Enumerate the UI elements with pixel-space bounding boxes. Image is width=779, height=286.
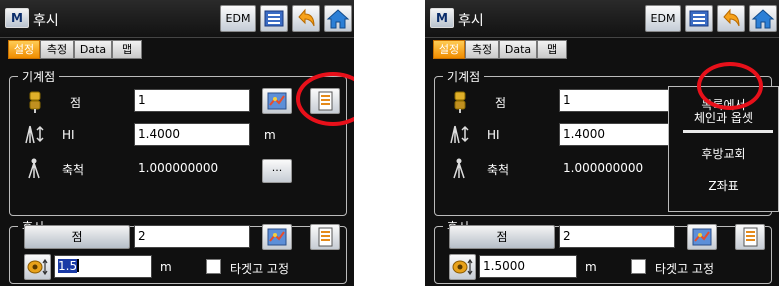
app-logo: M: [5, 8, 29, 28]
map-pick-button[interactable]: [262, 88, 292, 114]
tripod-icon: [28, 158, 40, 179]
hi-unit: m: [264, 128, 276, 142]
tab-map[interactable]: 맵: [537, 40, 567, 59]
fixed-target-checkbox[interactable]: [206, 259, 221, 274]
back-arrow-icon: [723, 8, 740, 27]
map-icon: [267, 92, 287, 110]
target-height-value: 1.5: [58, 259, 78, 273]
prism-target-icon: [452, 258, 473, 276]
tab-settings[interactable]: 설정: [8, 40, 40, 59]
hi-label: HI: [62, 128, 75, 142]
prism-pole-icon: [29, 91, 41, 113]
backsight-point-input[interactable]: 2: [134, 225, 250, 248]
station-group-legend: 기계점: [443, 68, 485, 85]
scale-value: 1.000000000: [138, 161, 219, 175]
station-point-label: 점: [495, 96, 507, 110]
back-button[interactable]: [717, 5, 745, 32]
hi-input[interactable]: 1.4000: [134, 123, 250, 146]
tab-measure[interactable]: 측정: [465, 40, 499, 59]
scale-label: 축척: [62, 163, 85, 177]
text-caret: [77, 259, 80, 272]
screen-right: M 후시 EDM 설정 측정 Data 맵 기계점 점 1 HI 1.4000 …: [425, 0, 779, 286]
backsight-point-button[interactable]: 점: [24, 225, 130, 249]
target-height-input[interactable]: 1.5: [54, 255, 152, 278]
fixed-target-checkbox[interactable]: [631, 259, 646, 274]
target-height-unit: m: [160, 260, 172, 274]
tab-settings[interactable]: 설정: [433, 40, 465, 59]
app-logo: M: [430, 8, 454, 28]
menu-item-resection[interactable]: 후방교회: [669, 145, 778, 162]
menu-item-chain-offset[interactable]: 체인과 옵셋: [669, 109, 778, 125]
target-height-button[interactable]: [449, 254, 476, 280]
instrument-height-icon: [25, 125, 44, 144]
map-icon: [267, 228, 287, 246]
station-point-label: 점: [70, 96, 82, 110]
target-height-button[interactable]: [24, 254, 51, 280]
screen-left: M 후시 EDM 설정 측정 Data 맵 기계점 점 1 HI 1.4000 …: [0, 0, 354, 286]
instrument-height-icon: [450, 125, 469, 144]
list-button[interactable]: [260, 5, 288, 32]
title-bar: M 후시 EDM: [425, 0, 779, 38]
backsight-point-button[interactable]: 점: [449, 225, 555, 249]
station-group-legend: 기계점: [18, 68, 60, 85]
title-bar: M 후시 EDM: [0, 0, 354, 38]
annotation-circle: [697, 62, 763, 110]
home-button[interactable]: [324, 5, 352, 32]
map-icon: [692, 228, 712, 246]
backsight-map-button[interactable]: [687, 224, 717, 250]
tab-measure[interactable]: 측정: [40, 40, 74, 59]
menu-separator: [683, 130, 773, 133]
hi-input[interactable]: 1.4000: [559, 123, 675, 146]
target-height-input[interactable]: 1.5000: [479, 255, 577, 278]
tripod-icon: [453, 158, 465, 179]
prism-pole-icon: [454, 91, 466, 113]
target-height-unit: m: [585, 260, 597, 274]
station-point-input[interactable]: 1: [559, 89, 675, 112]
fixed-target-label: 타겟고 고정: [655, 262, 715, 276]
scale-label: 축척: [487, 163, 510, 177]
fixed-target-label: 타겟고 고정: [230, 262, 290, 276]
backsight-map-button[interactable]: [262, 224, 292, 250]
backsight-group: 후시 점 2 1.5000 m: [434, 218, 772, 284]
tab-data[interactable]: Data: [74, 40, 112, 59]
list-icon: [689, 10, 709, 27]
back-button[interactable]: [292, 5, 320, 32]
window-title: 후시: [33, 13, 59, 29]
backsight-group: 후시 점 2 1.5 m: [9, 218, 347, 284]
back-arrow-icon: [298, 8, 315, 27]
scale-more-button[interactable]: ...: [262, 159, 292, 183]
home-button[interactable]: [749, 5, 777, 32]
home-icon: [751, 9, 775, 29]
list-icon: [264, 10, 284, 27]
backsight-list-button[interactable]: [310, 224, 340, 250]
tab-map[interactable]: 맵: [112, 40, 142, 59]
menu-item-z-coordinate[interactable]: Z좌표: [669, 177, 778, 194]
edm-button[interactable]: EDM: [220, 5, 256, 32]
backsight-point-input[interactable]: 2: [559, 225, 675, 248]
edm-button[interactable]: EDM: [645, 5, 681, 32]
list-button[interactable]: [685, 5, 713, 32]
document-list-icon: [318, 227, 333, 247]
hi-label: HI: [487, 128, 500, 142]
tab-data[interactable]: Data: [499, 40, 537, 59]
station-point-input[interactable]: 1: [134, 89, 250, 112]
backsight-list-button[interactable]: [735, 224, 765, 250]
window-title: 후시: [458, 13, 484, 29]
scale-value: 1.000000000: [563, 161, 644, 175]
prism-target-icon: [27, 258, 48, 276]
document-list-icon: [743, 227, 758, 247]
home-icon: [326, 9, 350, 29]
